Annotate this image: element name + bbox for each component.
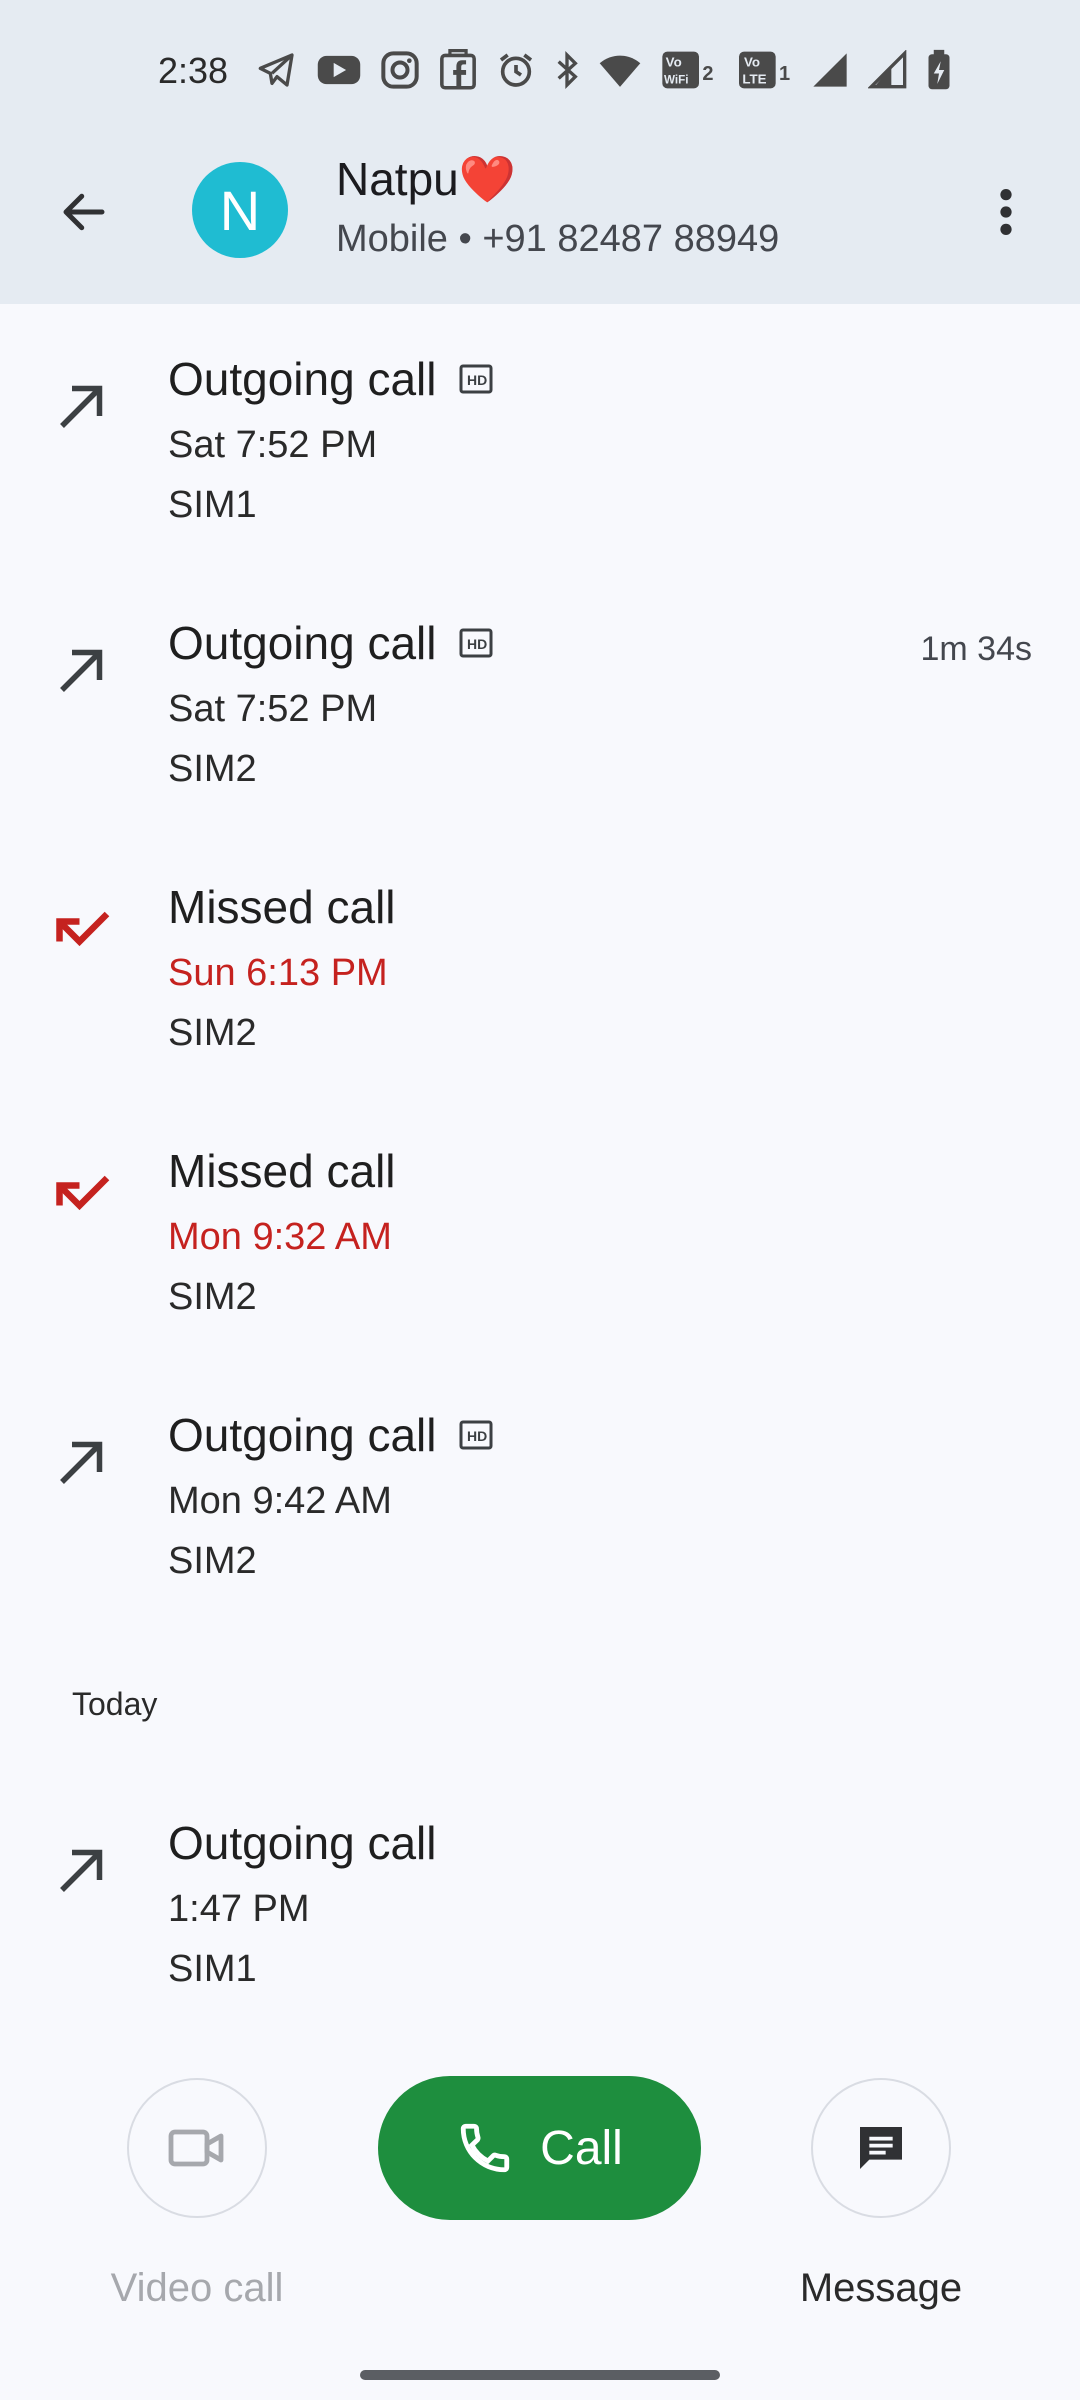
call-time: Sun 6:13 PM (168, 952, 388, 994)
call-type-label: Outgoing call (168, 353, 437, 405)
call-sim: SIM2 (168, 1012, 257, 1054)
call-sim: SIM2 (168, 748, 257, 790)
vowifi2-icon: Vo WiFi 2 (660, 50, 718, 90)
call-sim: SIM2 (168, 1540, 257, 1582)
bluetooth-icon (554, 50, 580, 90)
call-time: Sat 7:52 PM (168, 688, 378, 730)
video-call-button[interactable] (127, 2078, 267, 2218)
hd-icon: HD (459, 364, 492, 394)
call-type: Missed call (168, 880, 396, 934)
more-options-button[interactable] (966, 172, 1046, 252)
svg-text:2: 2 (702, 63, 713, 85)
svg-text:Vo: Vo (744, 55, 760, 70)
svg-text:HD: HD (467, 636, 487, 652)
status-icons: Vo WiFi 2 Vo LTE 1 (256, 42, 952, 98)
call-type-label: Missed call (168, 1145, 396, 1197)
back-button[interactable] (44, 172, 124, 252)
alarm-icon (496, 50, 536, 90)
call-button-label: Call (540, 2121, 623, 2175)
call-entry[interactable]: Missed call Mon 9:32 AM SIM2 (0, 1096, 1080, 1360)
call-entry[interactable]: Outgoing call HD Mon 9:42 AM SIM2 (0, 1360, 1080, 1624)
call-duration: 1m 34s (920, 630, 1033, 668)
youtube-icon (316, 50, 362, 90)
signal1-icon (810, 50, 850, 90)
action-bar: Call Video call Message (0, 2070, 1080, 2330)
call-time: Sat 7:52 PM (168, 424, 378, 466)
call-type-label: Outgoing call (168, 1409, 437, 1461)
call-type: Outgoing call (168, 1816, 437, 1870)
battery-charging-icon (926, 49, 952, 91)
call-time: Mon 9:42 AM (168, 1480, 392, 1522)
message-button[interactable] (811, 2078, 951, 2218)
app-header-bar: 2:38 Vo WiFi 2 Vo LTE 1 N Natpu❤️ Mobile… (0, 0, 1080, 304)
call-entry[interactable]: Outgoing call HD 1m 34s Sat 7:52 PM SIM2 (0, 568, 1080, 832)
svg-text:HD: HD (467, 372, 487, 388)
outgoing-call-icon (60, 1441, 103, 1484)
call-sim: SIM1 (168, 1948, 257, 1990)
call-type-label: Missed call (168, 881, 396, 933)
hd-icon: HD (459, 628, 492, 658)
call-time: 1:47 PM (168, 1888, 310, 1930)
video-call-label: Video call (110, 2266, 284, 2310)
call-sim: SIM2 (168, 1276, 257, 1318)
missed-call-icon (56, 911, 110, 947)
outgoing-call-icon (60, 385, 103, 428)
call-type-label: Outgoing call (168, 617, 437, 669)
outgoing-call-icon (60, 1849, 103, 1892)
avatar-letter: N (219, 178, 261, 242)
arrow-back-icon (63, 193, 105, 231)
message-label: Message (799, 2266, 963, 2310)
svg-text:LTE: LTE (742, 71, 766, 86)
missed-call-icon (56, 1175, 110, 1211)
outgoing-call-icon (60, 649, 103, 692)
contact-number: Mobile • +91 82487 88949 (336, 218, 780, 260)
more-vert-icon (1000, 189, 1012, 235)
wifi-icon (598, 50, 642, 90)
svg-text:WiFi: WiFi (664, 73, 689, 86)
instagram-icon (380, 50, 420, 90)
svg-text:HD: HD (467, 1428, 487, 1444)
svg-text:Vo: Vo (666, 55, 682, 70)
telegram-icon (256, 50, 298, 90)
call-entry[interactable]: Outgoing call HD Sat 7:52 PM SIM1 (0, 304, 1080, 568)
contact-header: N Natpu❤️ Mobile • +91 82487 88949 (0, 140, 1080, 280)
facebook-shop-icon (438, 49, 478, 91)
call-type: Missed call (168, 1144, 396, 1198)
avatar: N (192, 162, 288, 258)
hd-icon: HD (459, 1420, 492, 1450)
contact-name: Natpu❤️ (336, 153, 517, 205)
volte1-icon: Vo LTE 1 (736, 50, 792, 90)
svg-text:1: 1 (779, 63, 790, 85)
call-entry[interactable]: Missed call Sun 6:13 PM SIM2 (0, 832, 1080, 1096)
call-type-label: Outgoing call (168, 1817, 437, 1869)
videocam-icon (168, 2129, 224, 2167)
home-indicator[interactable] (360, 2370, 720, 2380)
call-type: Outgoing call HD (168, 1408, 493, 1462)
call-sim: SIM1 (168, 484, 257, 526)
status-time: 2:38 (158, 50, 229, 91)
phone-icon (460, 2123, 510, 2173)
status-bar: 2:38 Vo WiFi 2 Vo LTE 1 (0, 30, 1080, 112)
call-entry[interactable]: Outgoing call 1:47 PM SIM1 (0, 1768, 1080, 2032)
section-header-today: Today (72, 1686, 158, 1722)
signal2-icon (868, 50, 908, 90)
call-time: Mon 9:32 AM (168, 1216, 392, 1258)
message-icon (860, 2127, 902, 2169)
call-type: Outgoing call HD (168, 616, 493, 670)
call-button[interactable]: Call (378, 2076, 701, 2220)
call-type: Outgoing call HD (168, 352, 493, 406)
